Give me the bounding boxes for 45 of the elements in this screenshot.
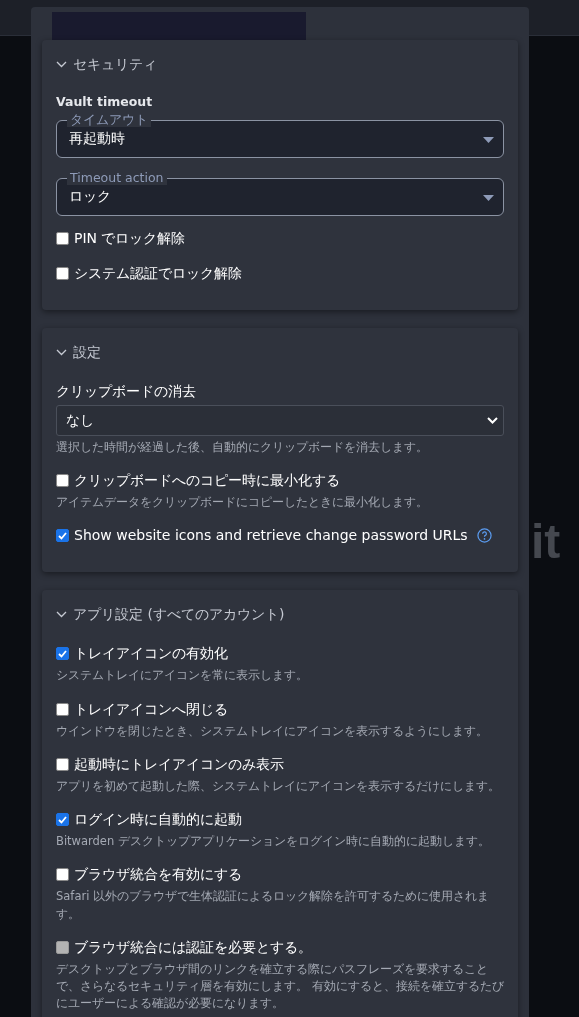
checkbox-label: 起動時にトレイアイコンのみ表示: [74, 754, 284, 774]
chevron-icon: [56, 348, 67, 356]
chevron-icon: [56, 61, 67, 68]
checkbox[interactable]: [56, 266, 69, 280]
checkbox-label: ログイン時に自動的に起動: [74, 810, 242, 829]
checkbox-label: トレイアイコンの有効化: [74, 644, 228, 664]
help-text: アプリを初めて起動した際、システムトレイにアイコンを表示するだけにします。: [56, 777, 501, 795]
help-text: システムトレイにアイコンを常に表示します。: [56, 667, 309, 685]
help-text: アイテムデータをクリップボードにコピーしたときに最小化します。: [56, 494, 429, 511]
checkbox-label: PIN でロック解除: [74, 228, 186, 248]
checkbox-label: クリップボードへのコピー時に最小化する: [74, 471, 340, 490]
checkbox[interactable]: [56, 757, 69, 771]
field-value: なし: [66, 410, 94, 430]
checkbox[interactable]: [56, 813, 69, 826]
help-text: デスクトップとブラウザ間のリンクを確立する際にパスフレーズを要求することで、さらなるセキュリティ層を有効にします。 有効にすると、接続を確立するたびにユーザーによる確認が必要になります。: [56, 960, 504, 1013]
checkbox-label: システム認証でロック解除: [74, 263, 242, 283]
checkbox[interactable]: [56, 529, 69, 543]
field-label: タイムアウト: [67, 111, 151, 127]
help-text: 選択した時間が経過した後、自動的にクリップボードを消去します。: [56, 438, 429, 456]
checkbox[interactable]: [56, 231, 69, 245]
help-text: Safari 以外のブラウザで生体認証によるロック解除を許可するために使用されます。: [56, 888, 491, 923]
dropdown-arrow-icon: [483, 194, 494, 201]
checkbox[interactable]: [56, 868, 69, 882]
checkbox-label: ブラウザ統合を有効にする: [74, 865, 242, 885]
section-header[interactable]: セキュリティ: [56, 54, 157, 75]
chevron-icon: [56, 611, 67, 619]
field-label: クリップボードの消去: [56, 381, 197, 401]
section-header[interactable]: 設定: [56, 341, 101, 363]
dropdown-field[interactable]: なし: [56, 404, 504, 436]
checkbox-label: トレイアイコンへ閉じる: [74, 699, 228, 719]
checkbox[interactable]: [56, 474, 69, 487]
help-text: Bitwarden デスクトップアプリケーションをログイン時に自動的に起動します。: [56, 833, 491, 850]
field-heading: Vault timeout: [56, 93, 154, 111]
checkbox[interactable]: [56, 702, 69, 716]
checkbox-label: ブラウザ統合には認証を必要とする。: [74, 937, 312, 957]
field-label: Timeout action: [67, 169, 167, 185]
section-header[interactable]: アプリ設定 (すべてのアカウント): [56, 604, 285, 626]
background-logo-text: it: [531, 514, 561, 570]
checkbox-label: Show website icons and retrieve change password URLs: [74, 526, 468, 546]
dropdown-arrow-icon: [483, 136, 494, 143]
help-text: ウインドウを閉じたとき、システムトレイにアイコンを表示するようにします。: [56, 722, 489, 740]
chevron-icon: [487, 416, 498, 424]
checkbox[interactable]: [56, 647, 69, 661]
field-value: 再起動時: [69, 129, 125, 149]
field-value: ロック: [69, 187, 111, 207]
